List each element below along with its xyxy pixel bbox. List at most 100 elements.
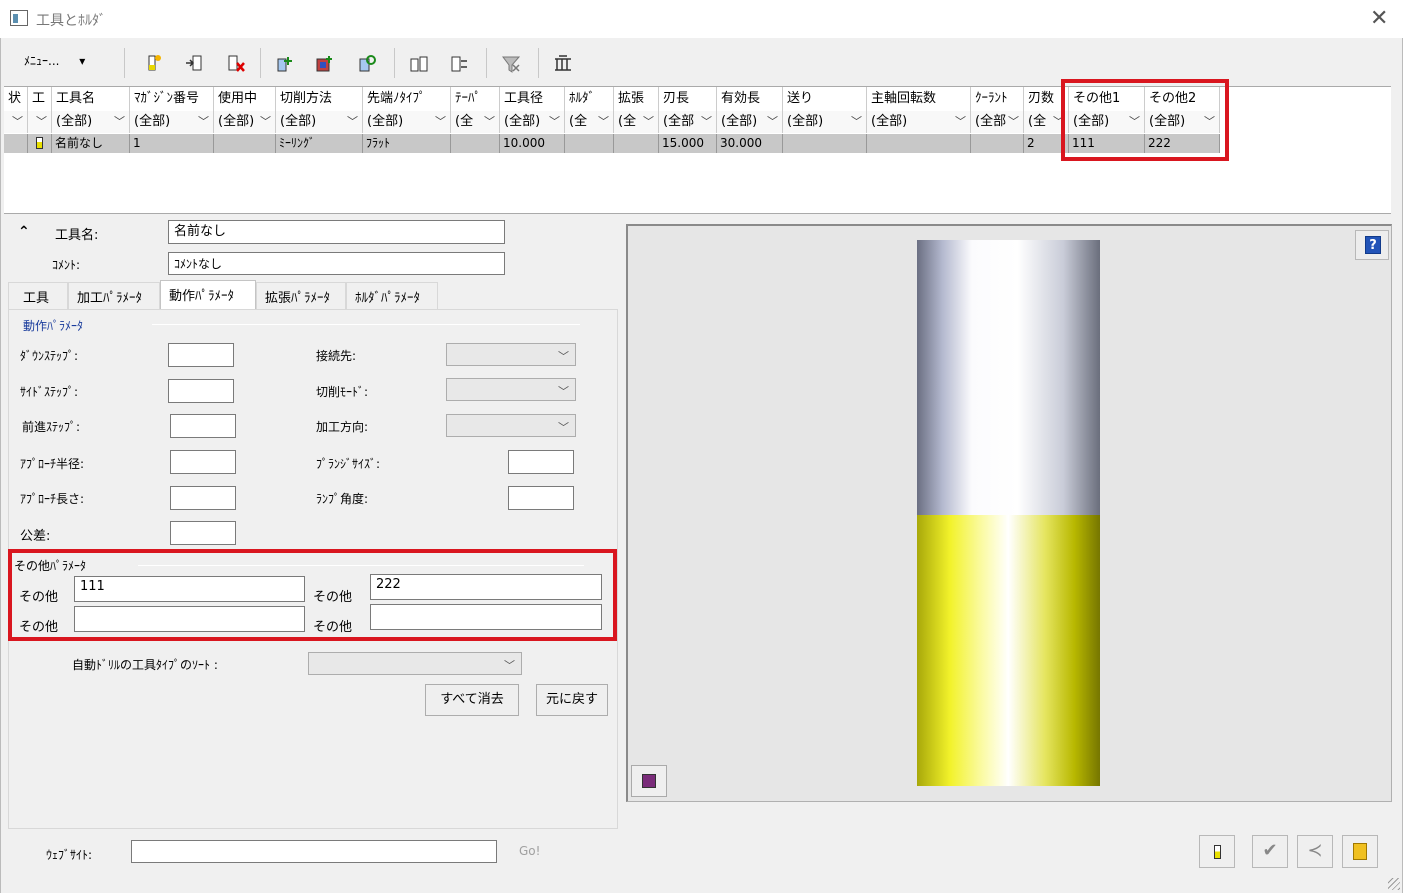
- menu-button[interactable]: ﾒﾆｭｰ... ▾: [24, 52, 85, 69]
- cell-coolant[interactable]: [971, 134, 1024, 153]
- col-header-in-use[interactable]: 使用中: [214, 87, 276, 111]
- side-step-input[interactable]: [168, 379, 234, 403]
- col-header-cut-method[interactable]: 切削方法: [276, 87, 363, 111]
- filter-diameter[interactable]: (全部) ﹀: [500, 111, 565, 133]
- filter-holder[interactable]: (全 ﹀: [565, 111, 614, 133]
- restore-button[interactable]: 元に戻す: [536, 684, 608, 716]
- cancel-button[interactable]: ≺: [1297, 835, 1333, 868]
- tool-button[interactable]: [1199, 835, 1235, 868]
- filter-value: (全: [569, 114, 588, 129]
- filter-flute-length[interactable]: (全部 ﹀: [659, 111, 717, 133]
- filter-feed[interactable]: (全部) ﹀: [783, 111, 867, 133]
- cell-feed[interactable]: [783, 134, 867, 153]
- cell-flute-length[interactable]: 15.000: [659, 134, 717, 153]
- filter-coolant[interactable]: (全部 ﹀: [971, 111, 1024, 133]
- col-header-magazine[interactable]: ﾏｶﾞｼﾞﾝ番号: [130, 87, 214, 111]
- col-header-extension[interactable]: 拡張: [614, 87, 659, 111]
- tab-motion-params[interactable]: 動作ﾊﾟﾗﾒｰﾀ: [160, 280, 256, 310]
- filter-magazine[interactable]: (全部) ﹀: [130, 111, 214, 133]
- filter-kind[interactable]: ﹀: [28, 111, 52, 133]
- comment-input[interactable]: ｺﾒﾝﾄなし: [168, 252, 505, 275]
- go-link[interactable]: Go!: [519, 844, 540, 858]
- tolerance-input[interactable]: [170, 521, 236, 545]
- col-header-feed[interactable]: 送り: [783, 87, 867, 111]
- website-input[interactable]: [131, 840, 497, 863]
- cut-direction-select[interactable]: ﹀: [446, 414, 576, 437]
- cut-mode-select[interactable]: ﹀: [446, 378, 576, 401]
- filter-tool-name[interactable]: (全部) ﹀: [52, 111, 130, 133]
- tool-name-input[interactable]: 名前なし: [168, 220, 505, 244]
- plunge-size-input[interactable]: [508, 450, 574, 474]
- copy-tool-icon[interactable]: [408, 53, 430, 75]
- clear-filter-icon[interactable]: [500, 53, 522, 75]
- filter-extension[interactable]: (全 ﹀: [614, 111, 659, 133]
- filter-spindle-speed[interactable]: (全部) ﹀: [867, 111, 971, 133]
- cell-tool-name[interactable]: 名前なし: [52, 134, 130, 153]
- cell-effective-length[interactable]: 30.000: [717, 134, 783, 153]
- cell-status[interactable]: [4, 134, 28, 153]
- swap-tool-icon[interactable]: [448, 53, 470, 75]
- connect-to-select[interactable]: ﹀: [446, 343, 576, 366]
- filter-effective-length[interactable]: (全部) ﹀: [717, 111, 783, 133]
- filter-taper[interactable]: (全 ﹀: [451, 111, 500, 133]
- help-button[interactable]: ?: [1355, 230, 1389, 260]
- col-header-spindle-speed[interactable]: 主軸回転数: [867, 87, 971, 111]
- filter-tip-type[interactable]: (全部) ﹀: [363, 111, 451, 133]
- clear-all-button[interactable]: すべて消去: [425, 684, 519, 716]
- view-3d-button[interactable]: [631, 765, 667, 797]
- col-header-coolant[interactable]: ｸｰﾗﾝﾄ: [971, 87, 1024, 111]
- filter-value: (全: [618, 114, 637, 129]
- cell-taper[interactable]: [451, 134, 500, 153]
- tab-tool[interactable]: 工具: [8, 282, 68, 309]
- cell-magazine[interactable]: 1: [130, 134, 214, 153]
- filter-cut-method[interactable]: (全部) ﹀: [276, 111, 363, 133]
- tab-extension-params[interactable]: 拡張ﾊﾟﾗﾒｰﾀ: [256, 282, 346, 309]
- columns-icon[interactable]: [552, 53, 574, 75]
- motion-group-title: 動作ﾊﾟﾗﾒｰﾀ: [23, 319, 84, 333]
- filter-value: (全部): [367, 114, 404, 129]
- col-header-diameter[interactable]: 工具径: [500, 87, 565, 111]
- side-step-label: ｻｲﾄﾞｽﾃｯﾌﾟ:: [20, 385, 79, 399]
- tab-machining-params[interactable]: 加工ﾊﾟﾗﾒｰﾀ: [68, 282, 160, 309]
- autodrill-label: 自動ﾄﾞﾘﾙの工具ﾀｲﾌﾟのｿｰﾄ :: [72, 658, 218, 672]
- add-holder-icon[interactable]: [274, 53, 296, 75]
- approach-length-label: ｱﾌﾟﾛｰﾁ長さ:: [20, 492, 85, 506]
- filter-status[interactable]: ﹀: [4, 111, 28, 133]
- col-header-flute-length[interactable]: 刃長: [659, 87, 717, 111]
- approach-radius-input[interactable]: [170, 450, 236, 474]
- cell-diameter[interactable]: 10.000: [500, 134, 565, 153]
- tab-holder-params[interactable]: ﾎﾙﾀﾞﾊﾟﾗﾒｰﾀ: [346, 282, 438, 309]
- holder-color-icon[interactable]: [314, 53, 336, 75]
- col-header-tip-type[interactable]: 先端ﾉﾀｲﾌﾟ: [363, 87, 451, 111]
- ramp-angle-input[interactable]: [508, 486, 574, 510]
- col-header-tool-name[interactable]: 工具名: [52, 87, 130, 111]
- new-tool-icon[interactable]: [142, 53, 164, 75]
- autodrill-select[interactable]: ﹀: [308, 652, 522, 675]
- cell-in-use[interactable]: [214, 134, 276, 153]
- holder-rotate-icon[interactable]: [355, 53, 377, 75]
- col-header-holder[interactable]: ﾎﾙﾀﾞ: [565, 87, 614, 111]
- cell-holder[interactable]: [565, 134, 614, 153]
- close-icon[interactable]: ✕: [1370, 6, 1388, 31]
- import-tool-icon[interactable]: [184, 53, 206, 75]
- cell-spindle-speed[interactable]: [867, 134, 971, 153]
- cell-cut-method[interactable]: ﾐｰﾘﾝｸﾞ: [276, 134, 363, 153]
- filter-value: (全部): [56, 114, 93, 129]
- delete-tool-icon[interactable]: [225, 53, 247, 75]
- col-header-effective-length[interactable]: 有効長: [717, 87, 783, 111]
- filter-value: (全部: [975, 114, 1007, 129]
- ok-button[interactable]: ✔: [1252, 835, 1288, 868]
- col-header-taper[interactable]: ﾃｰﾊﾟ: [451, 87, 500, 111]
- forward-step-input[interactable]: [170, 414, 236, 438]
- approach-length-input[interactable]: [170, 486, 236, 510]
- down-step-input[interactable]: [168, 343, 234, 367]
- filter-in-use[interactable]: (全部) ﹀: [214, 111, 276, 133]
- cell-tip-type[interactable]: ﾌﾗｯﾄ: [363, 134, 451, 153]
- col-header-status[interactable]: 状: [4, 87, 28, 111]
- collapse-icon[interactable]: ⌃: [18, 224, 30, 240]
- cell-extension[interactable]: [614, 134, 659, 153]
- export-button[interactable]: [1342, 835, 1378, 868]
- col-header-kind[interactable]: 工: [28, 87, 52, 111]
- cell-kind[interactable]: [28, 134, 52, 153]
- resize-grip[interactable]: [1388, 878, 1400, 890]
